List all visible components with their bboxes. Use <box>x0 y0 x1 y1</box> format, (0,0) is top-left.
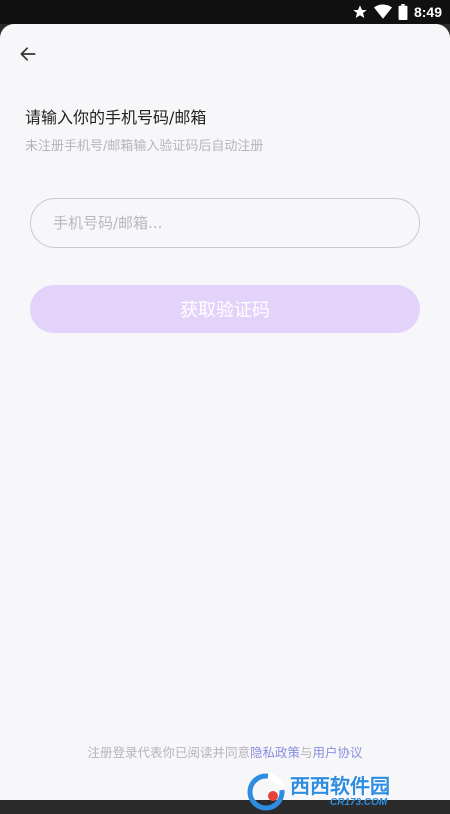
star-icon <box>352 4 368 20</box>
status-time: 8:49 <box>413 4 442 20</box>
phone-email-field[interactable] <box>30 198 420 248</box>
page-subtitle: 未注册手机号/邮箱输入验证码后自动注册 <box>25 139 264 154</box>
get-code-button[interactable]: 获取验证码 <box>30 285 420 333</box>
phone-email-input[interactable] <box>51 213 419 233</box>
privacy-policy-link[interactable]: 隐私政策 <box>250 745 300 760</box>
agreement-prefix: 注册登录代表你已阅读并同意 <box>87 745 250 760</box>
page-title: 请输入你的手机号码/邮箱 <box>25 108 207 127</box>
battery-icon <box>398 4 408 20</box>
arrow-left-icon <box>18 44 38 68</box>
watermark-brand: 西西软件园 <box>290 774 390 798</box>
agreement-conjunction: 与 <box>300 745 313 760</box>
login-sheet: 请输入你的手机号码/邮箱 未注册手机号/邮箱输入验证码后自动注册 获取验证码 注… <box>0 24 450 814</box>
wifi-icon <box>373 4 392 20</box>
watermark-text: 西西软件园 CR173.COM <box>290 776 390 808</box>
status-bar: 8:49 <box>0 0 450 24</box>
watermark: 西西软件园 CR173.COM <box>246 770 436 814</box>
agreement-text: 注册登录代表你已阅读并同意隐私政策与用户协议 <box>0 742 450 761</box>
user-agreement-link[interactable]: 用户协议 <box>313 745 363 760</box>
back-button[interactable] <box>14 42 42 70</box>
watermark-logo-icon <box>246 772 286 812</box>
